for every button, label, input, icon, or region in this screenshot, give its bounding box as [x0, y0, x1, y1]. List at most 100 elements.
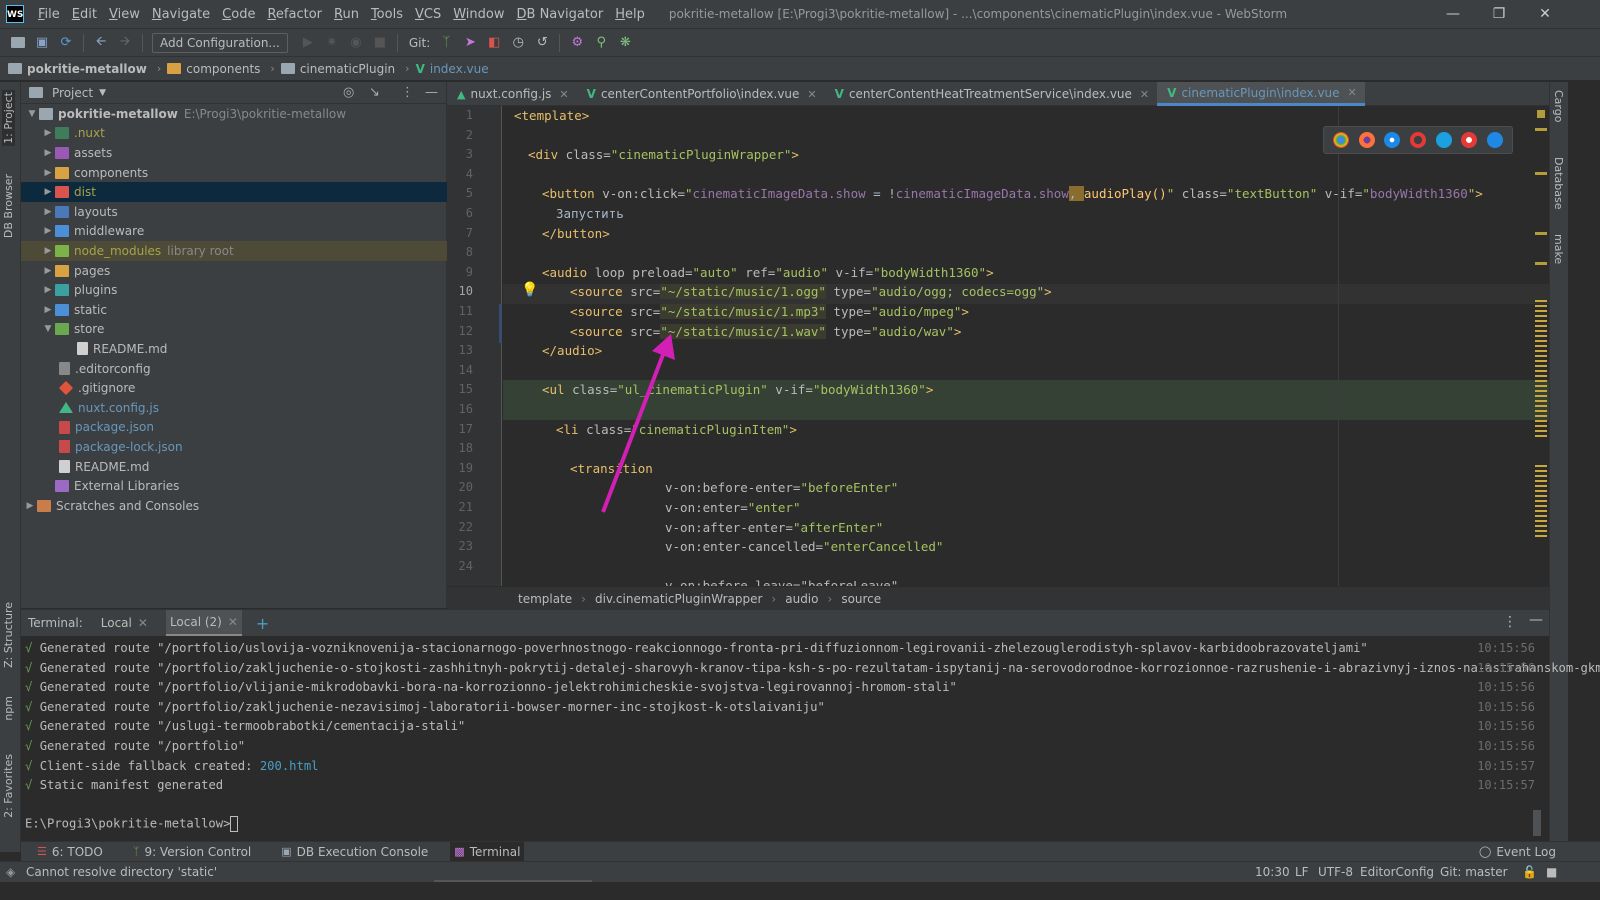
menu-file[interactable]: File: [32, 7, 66, 22]
cargo-tab[interactable]: Cargo: [1552, 90, 1565, 122]
tree-item-editorconfig[interactable]: .editorconfig: [21, 359, 447, 379]
new-terminal-icon[interactable]: +: [256, 614, 269, 633]
back-icon[interactable]: 🡨: [89, 32, 113, 54]
debug-icon[interactable]: ✷: [320, 32, 344, 54]
stripe-marker[interactable]: [1535, 262, 1547, 265]
db-browser-tab[interactable]: DB Browser: [2, 174, 15, 238]
tree-item-layouts[interactable]: ▶ layouts: [21, 202, 447, 222]
tree-item-node-modules[interactable]: ▶ node_modules library root: [21, 241, 447, 261]
sync-icon[interactable]: ⟳: [54, 32, 78, 54]
close-tab-icon[interactable]: ✕: [1140, 88, 1149, 101]
settings-icon[interactable]: ⚙: [565, 32, 589, 54]
forward-icon[interactable]: 🡪: [113, 32, 137, 54]
tree-item-external-libraries[interactable]: External Libraries: [21, 476, 447, 496]
collapsed-arrow-icon[interactable]: ▶: [41, 226, 55, 236]
status-icon[interactable]: ◈: [6, 865, 15, 879]
menu-window[interactable]: Window: [447, 7, 510, 22]
editor-crumb-div[interactable]: div.cinematicPluginWrapper: [595, 592, 762, 606]
terminal-tab-local-2[interactable]: Local (2) ✕: [165, 610, 242, 636]
git-history-icon[interactable]: ◷: [506, 32, 530, 54]
git-branch-icon[interactable]: ᛉ: [434, 32, 458, 54]
breadcrumb-cinematic-plugin[interactable]: cinematicPlugin: [280, 62, 395, 76]
stripe-marker[interactable]: [1535, 172, 1547, 175]
tree-item-store-readme[interactable]: README.md: [21, 339, 447, 359]
collapsed-arrow-icon[interactable]: ▶: [41, 187, 55, 197]
coverage-icon[interactable]: ◉: [344, 32, 368, 54]
database-tab[interactable]: Database: [1552, 157, 1565, 210]
tree-item-dist[interactable]: ▶ dist: [21, 182, 447, 202]
file-encoding[interactable]: UTF-8: [1318, 865, 1353, 879]
safari-icon[interactable]: [1384, 132, 1401, 148]
breadcrumb-project[interactable]: pokritie-metallow: [8, 62, 147, 76]
tree-item-nuxt[interactable]: ▶ .nuxt: [21, 124, 447, 144]
menu-refactor[interactable]: Refactor: [261, 7, 328, 22]
warning-indicator-icon[interactable]: [1537, 110, 1545, 118]
tree-item-assets[interactable]: ▶ assets: [21, 143, 447, 163]
close-tab-icon[interactable]: ✕: [228, 615, 238, 629]
close-icon[interactable]: ✕: [1522, 0, 1568, 29]
chevron-down-icon[interactable]: ▼: [99, 88, 106, 98]
git-compare-icon[interactable]: ◧: [482, 32, 506, 54]
tree-item-plugins[interactable]: ▶ plugins: [21, 280, 447, 300]
stripe-marker[interactable]: [1535, 232, 1547, 235]
more-options-icon[interactable]: ⋮: [401, 85, 414, 100]
version-control-button[interactable]: ᛉ 9: Version Control: [129, 842, 255, 862]
tree-item-store[interactable]: ▼ store: [21, 320, 447, 340]
code-editor[interactable]: <template> <div class="cinematicPluginWr…: [503, 106, 1549, 586]
tree-item-package-lock[interactable]: package-lock.json: [21, 437, 447, 457]
firefox-icon[interactable]: [1358, 132, 1375, 148]
breadcrumb-index-vue[interactable]: Vindex.vue: [416, 62, 489, 76]
tab-center-content-heat-treatment[interactable]: VcenterContentHeatTreatmentService\index…: [825, 82, 1158, 106]
git-revert-icon[interactable]: ↺: [530, 32, 554, 54]
line-separator[interactable]: LF: [1295, 865, 1309, 879]
collapsed-arrow-icon[interactable]: ▶: [41, 266, 55, 276]
close-tab-icon[interactable]: ✕: [559, 88, 568, 101]
collapsed-arrow-icon[interactable]: ▶: [41, 148, 55, 158]
save-icon[interactable]: ▣: [30, 32, 54, 54]
edge-icon[interactable]: [1487, 132, 1504, 148]
tree-item-scratches[interactable]: ▶ Scratches and Consoles: [21, 496, 447, 516]
open-folder-icon[interactable]: [6, 32, 30, 54]
breadcrumb-components[interactable]: components: [167, 62, 260, 76]
editorconfig-status[interactable]: EditorConfig: [1360, 865, 1434, 879]
collapsed-arrow-icon[interactable]: ▶: [23, 501, 37, 511]
git-branch-widget[interactable]: Git: master: [1440, 865, 1508, 879]
git-push-icon[interactable]: ➤: [458, 32, 482, 54]
collapsed-arrow-icon[interactable]: ▶: [41, 246, 55, 256]
notifications-icon[interactable]: ■: [1546, 865, 1557, 879]
menu-run[interactable]: Run: [328, 7, 365, 22]
collapse-all-icon[interactable]: ↘: [369, 85, 380, 100]
event-log-button[interactable]: ◯ Event Log: [1475, 842, 1560, 862]
npm-tab[interactable]: npm: [2, 696, 15, 721]
plugin-icon[interactable]: ❋: [613, 32, 637, 54]
run-icon[interactable]: ▶: [296, 32, 320, 54]
project-tool-tab[interactable]: 1: Project: [2, 90, 15, 146]
tree-item-components[interactable]: ▶ components: [21, 163, 447, 183]
close-tab-icon[interactable]: ✕: [138, 616, 148, 630]
terminal-scrollbar[interactable]: [1533, 810, 1541, 836]
stripe-marker-cluster[interactable]: [1535, 465, 1547, 540]
tree-item-project-root[interactable]: ▼ pokritie-metallow E:\Progi3\pokritie-met…: [21, 104, 447, 124]
tab-nuxt-config[interactable]: ▲ nuxt.config.js ✕: [447, 82, 577, 106]
collapsed-arrow-icon[interactable]: ▶: [41, 128, 55, 138]
editor-crumb-audio[interactable]: audio: [785, 592, 818, 606]
db-execution-console-button[interactable]: ▣ DB Execution Console: [277, 842, 432, 862]
lock-icon[interactable]: 🔓: [1522, 865, 1537, 879]
lightbulb-icon[interactable]: 💡: [521, 282, 538, 298]
stripe-marker[interactable]: [1535, 128, 1547, 131]
expanded-arrow-icon[interactable]: ▼: [25, 109, 39, 119]
menu-navigate[interactable]: Navigate: [146, 7, 216, 22]
yandex-icon[interactable]: [1461, 132, 1478, 148]
expanded-arrow-icon[interactable]: ▼: [41, 324, 55, 334]
project-view-selector[interactable]: Project: [52, 86, 93, 100]
terminal-tab-local[interactable]: Local ✕: [97, 610, 152, 636]
tree-item-gitignore[interactable]: .gitignore: [21, 378, 447, 398]
terminal-button[interactable]: ▩ Terminal: [450, 841, 525, 862]
chrome-icon[interactable]: [1332, 132, 1349, 148]
stop-icon[interactable]: ■: [368, 32, 392, 54]
menu-code[interactable]: Code: [216, 7, 261, 22]
make-tab[interactable]: make: [1552, 234, 1565, 264]
locate-icon[interactable]: ◎: [343, 85, 354, 100]
collapsed-arrow-icon[interactable]: ▶: [41, 168, 55, 178]
internet-explorer-icon[interactable]: [1435, 132, 1452, 148]
